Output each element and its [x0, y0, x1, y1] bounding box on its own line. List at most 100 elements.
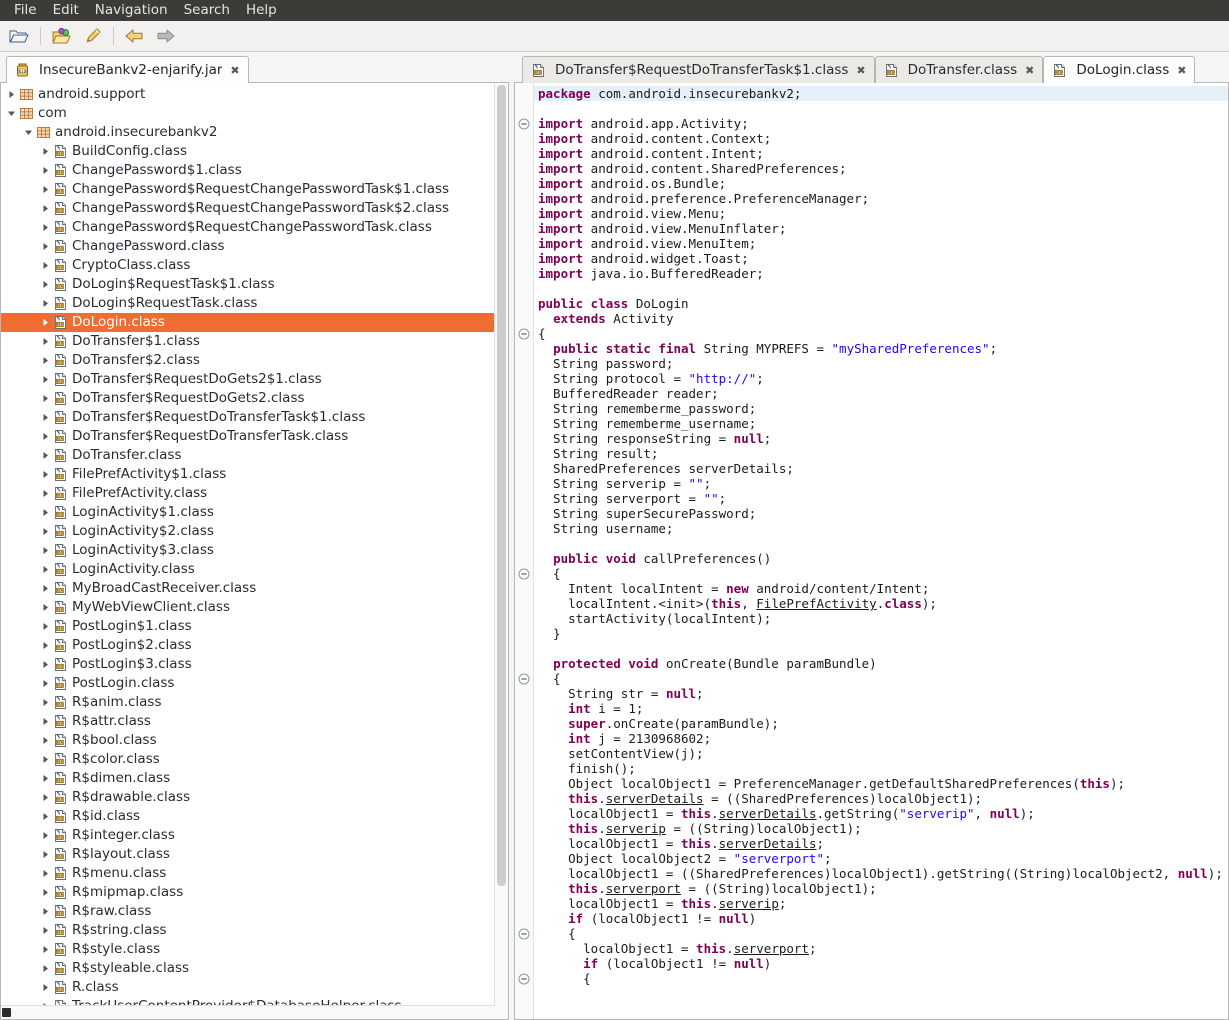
chevron-right-icon[interactable] — [39, 731, 52, 750]
editor-tab[interactable]: 010DoTransfer$RequestDoTransferTask$1.cl… — [522, 56, 875, 83]
chevron-right-icon[interactable] — [39, 921, 52, 940]
chevron-right-icon[interactable] — [39, 446, 52, 465]
tree-row[interactable]: 010R$menu.class — [1, 864, 495, 883]
tree-row[interactable]: 010ChangePassword$1.class — [1, 161, 495, 180]
close-icon[interactable]: ✖ — [1025, 65, 1034, 76]
tree-row[interactable]: 010DoTransfer$2.class — [1, 351, 495, 370]
open-file-button[interactable] — [5, 24, 33, 48]
chevron-right-icon[interactable] — [39, 902, 52, 921]
chevron-right-icon[interactable] — [39, 788, 52, 807]
tree-row[interactable]: 010LoginActivity$2.class — [1, 522, 495, 541]
tree-row[interactable]: 010CryptoClass.class — [1, 256, 495, 275]
tree-row[interactable]: 010R$anim.class — [1, 693, 495, 712]
tree-row[interactable]: 010PostLogin$2.class — [1, 636, 495, 655]
tree-row[interactable]: 010R$mipmap.class — [1, 883, 495, 902]
close-icon[interactable]: ✖ — [1177, 65, 1186, 76]
chevron-right-icon[interactable] — [39, 750, 52, 769]
code-area[interactable]: package com.android.insecurebankv2;​impo… — [534, 83, 1228, 1019]
chevron-right-icon[interactable] — [39, 560, 52, 579]
fold-collapse-icon[interactable] — [518, 673, 530, 685]
chevron-right-icon[interactable] — [39, 579, 52, 598]
menu-navigation[interactable]: Navigation — [87, 1, 176, 20]
chevron-right-icon[interactable] — [39, 408, 52, 427]
chevron-right-icon[interactable] — [39, 845, 52, 864]
tree-row[interactable]: 010DoLogin$RequestTask$1.class — [1, 275, 495, 294]
open-type-button[interactable] — [48, 24, 76, 48]
menu-search[interactable]: Search — [176, 1, 238, 20]
chevron-right-icon[interactable] — [39, 142, 52, 161]
chevron-right-icon[interactable] — [39, 978, 52, 997]
chevron-right-icon[interactable] — [39, 180, 52, 199]
chevron-right-icon[interactable] — [39, 351, 52, 370]
menu-edit[interactable]: Edit — [45, 1, 87, 20]
chevron-right-icon[interactable] — [39, 237, 52, 256]
tree-row[interactable]: 010LoginActivity.class — [1, 560, 495, 579]
tree-row[interactable]: 010DoTransfer$RequestDoGets2$1.class — [1, 370, 495, 389]
chevron-down-icon[interactable] — [5, 104, 18, 123]
tree-vscroll-thumb[interactable] — [497, 85, 506, 886]
chevron-right-icon[interactable] — [39, 161, 52, 180]
tree-row[interactable]: 010FilePrefActivity.class — [1, 484, 495, 503]
chevron-right-icon[interactable] — [39, 712, 52, 731]
tree-row[interactable]: 010R$drawable.class — [1, 788, 495, 807]
chevron-right-icon[interactable] — [39, 959, 52, 978]
close-icon[interactable]: ✖ — [856, 65, 865, 76]
tree-row[interactable]: 010DoTransfer$RequestDoTransferTask.clas… — [1, 427, 495, 446]
class-tree[interactable]: android.supportcomandroid.insecurebankv2… — [1, 83, 495, 1006]
tree-row[interactable]: 010R$string.class — [1, 921, 495, 940]
chevron-right-icon[interactable] — [39, 484, 52, 503]
search-in-sources-button[interactable] — [78, 24, 106, 48]
fold-collapse-icon[interactable] — [518, 928, 530, 940]
chevron-right-icon[interactable] — [39, 199, 52, 218]
chevron-right-icon[interactable] — [39, 807, 52, 826]
tree-row[interactable]: 010R$bool.class — [1, 731, 495, 750]
navigate-back-button[interactable] — [121, 24, 149, 48]
tree-row[interactable]: 010LoginActivity$1.class — [1, 503, 495, 522]
tree-row[interactable]: 010R$raw.class — [1, 902, 495, 921]
chevron-right-icon[interactable] — [39, 427, 52, 446]
tree-row[interactable]: 010BuildConfig.class — [1, 142, 495, 161]
fold-margin[interactable] — [515, 83, 534, 1019]
fold-collapse-icon[interactable] — [518, 118, 530, 130]
tree-row-selected[interactable]: 010DoLogin.class — [1, 313, 495, 332]
chevron-right-icon[interactable] — [39, 598, 52, 617]
source-code[interactable]: package com.android.insecurebankv2;​impo… — [534, 83, 1228, 986]
tree-row[interactable]: android.insecurebankv2 — [1, 123, 495, 142]
jar-tab[interactable]: 010 InsecureBankv2-enjarify.jar ✖ — [6, 56, 249, 83]
fold-collapse-icon[interactable] — [518, 568, 530, 580]
tree-vertical-scrollbar[interactable] — [494, 83, 508, 1006]
chevron-right-icon[interactable] — [39, 313, 52, 332]
chevron-right-icon[interactable] — [39, 218, 52, 237]
tree-row[interactable]: 010R$styleable.class — [1, 959, 495, 978]
tree-row[interactable]: 010PostLogin$1.class — [1, 617, 495, 636]
chevron-right-icon[interactable] — [39, 940, 52, 959]
chevron-right-icon[interactable] — [39, 864, 52, 883]
tree-row[interactable]: com — [1, 104, 495, 123]
editor-tab[interactable]: 010DoLogin.class✖ — [1043, 56, 1195, 83]
chevron-right-icon[interactable] — [5, 85, 18, 104]
tree-row[interactable]: 010LoginActivity$3.class — [1, 541, 495, 560]
chevron-right-icon[interactable] — [39, 883, 52, 902]
navigate-forward-button[interactable] — [151, 24, 179, 48]
menu-file[interactable]: File — [6, 1, 45, 20]
tree-row[interactable]: 010DoTransfer$RequestDoTransferTask$1.cl… — [1, 408, 495, 427]
editor-tab[interactable]: 010DoTransfer.class✖ — [875, 56, 1044, 83]
tree-row[interactable]: 010PostLogin$3.class — [1, 655, 495, 674]
tree-row[interactable]: 010R$dimen.class — [1, 769, 495, 788]
chevron-right-icon[interactable] — [39, 769, 52, 788]
tree-row[interactable]: 010R.class — [1, 978, 495, 997]
tree-row[interactable]: 010R$id.class — [1, 807, 495, 826]
chevron-right-icon[interactable] — [39, 826, 52, 845]
tree-hscroll-thumb[interactable] — [2, 1008, 11, 1017]
tree-row[interactable]: 010FilePrefActivity$1.class — [1, 465, 495, 484]
chevron-right-icon[interactable] — [39, 674, 52, 693]
menu-help[interactable]: Help — [238, 1, 285, 20]
chevron-right-icon[interactable] — [39, 541, 52, 560]
tree-row[interactable]: 010ChangePassword$RequestChangePasswordT… — [1, 199, 495, 218]
chevron-right-icon[interactable] — [39, 256, 52, 275]
chevron-right-icon[interactable] — [39, 617, 52, 636]
tree-row[interactable]: 010R$integer.class — [1, 826, 495, 845]
tree-row[interactable]: 010R$layout.class — [1, 845, 495, 864]
chevron-right-icon[interactable] — [39, 275, 52, 294]
tree-row[interactable]: 010DoTransfer$1.class — [1, 332, 495, 351]
